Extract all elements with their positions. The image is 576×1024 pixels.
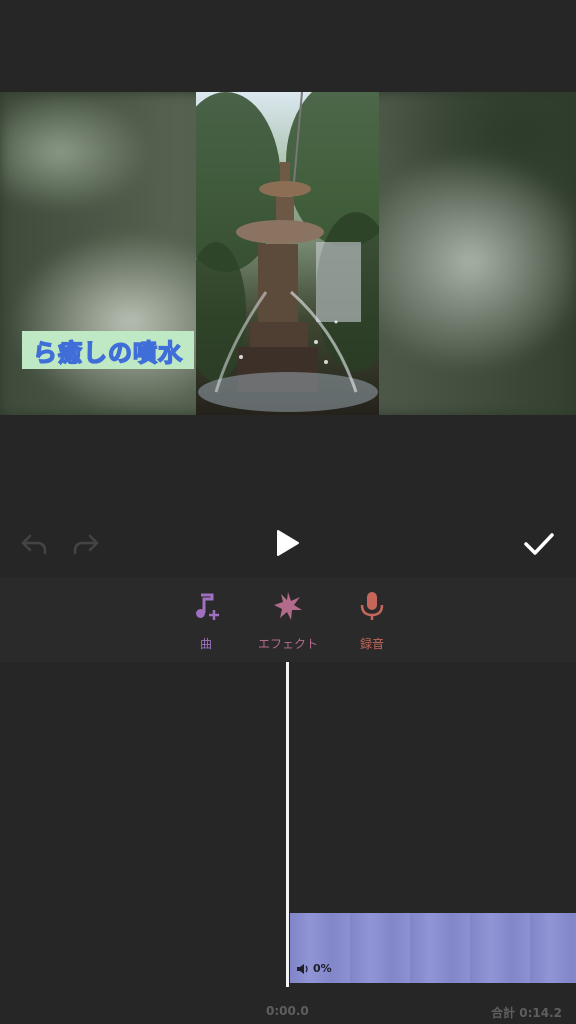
undo-button[interactable] [18,528,50,560]
clip-thumbnails [290,913,576,983]
fountain-image [196,92,379,415]
playhead[interactable] [286,662,289,987]
play-icon [277,530,299,556]
video-preview[interactable]: ら癒しの噴水 [0,92,576,415]
clip-volume[interactable]: 0% [296,962,332,975]
video-clip-track[interactable]: 0% [290,913,576,983]
caption-overlay[interactable]: ら癒しの噴水 [22,331,194,369]
speaker-icon [297,963,308,974]
effect-button[interactable]: エフェクト [248,589,328,652]
undo-arrow-icon [21,534,47,555]
sparkle-burst-icon [271,589,305,623]
record-button[interactable]: 録音 [348,589,396,652]
music-note-plus-icon [189,589,223,623]
redo-button[interactable] [70,528,102,560]
microphone-icon [355,589,389,623]
confirm-button[interactable] [520,526,558,562]
play-button[interactable] [270,526,304,560]
effect-label: エフェクト [257,637,318,651]
record-label: 録音 [359,637,384,651]
volume-value: 0% [313,962,332,975]
music-label: 曲 [199,637,212,651]
video-frame-fountain [196,92,379,415]
top-bar [0,0,576,92]
total-duration: 合計 0:14.2 [491,1006,562,1020]
redo-arrow-icon [73,534,99,555]
audio-toolbar: 曲 エフェクト 録音 [0,577,576,662]
current-time: 0:00.0 [266,1004,309,1018]
caption-text: ら癒しの噴水 [32,338,183,368]
timeline[interactable]: 0% [0,662,576,1024]
checkmark-icon [524,533,554,555]
playback-controls [0,510,576,576]
music-button[interactable]: 曲 [182,589,230,652]
